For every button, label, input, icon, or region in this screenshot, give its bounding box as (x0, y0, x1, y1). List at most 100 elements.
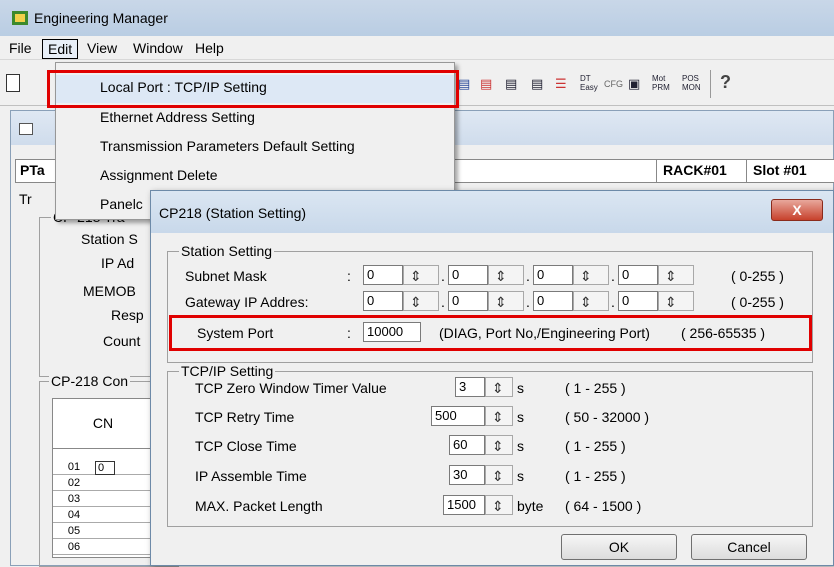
tcp-retry-input[interactable]: 500 (431, 406, 485, 426)
gateway-octet-3[interactable]: 0 (533, 291, 573, 311)
highlight-local-port (47, 70, 459, 108)
subnet-spin-1[interactable]: ⇕ (403, 265, 439, 285)
table-row[interactable]: 04 (53, 509, 153, 523)
tcp-close-input[interactable]: 60 (449, 435, 485, 455)
subnet-range: ( 0-255 ) (731, 268, 784, 284)
gateway-octet-4[interactable]: 0 (618, 291, 658, 311)
dot: . (611, 268, 615, 284)
subnet-octet-3[interactable]: 0 (533, 265, 573, 285)
gateway-spin-1[interactable]: ⇕ (403, 291, 439, 311)
table-row[interactable]: 06 (53, 541, 153, 555)
table-row[interactable]: 05 (53, 525, 153, 539)
toolbar-icon-1[interactable]: ▤ (458, 76, 470, 92)
toolbar-icon-5[interactable]: ☰ (555, 76, 567, 92)
subnet-mask-label: Subnet Mask (185, 268, 267, 284)
pos-mon-icon[interactable]: POS MON (682, 74, 704, 92)
gateway-spin-2[interactable]: ⇕ (488, 291, 524, 311)
child-window-icon (19, 123, 33, 135)
toolbar-icon-4[interactable]: ▤ (531, 76, 543, 92)
tcp-retry-unit: s (517, 409, 524, 425)
toolbar-separator (710, 70, 711, 98)
subnet-octet-1[interactable]: 0 (363, 265, 403, 285)
tcp-close-label: TCP Close Time (195, 438, 297, 454)
menu-item-ethernet-address[interactable]: Ethernet Address Setting (56, 105, 454, 133)
subnet-octet-2[interactable]: 0 (448, 265, 488, 285)
gateway-label: Gateway IP Addres: (185, 294, 309, 310)
app-titlebar: Engineering Manager (0, 0, 834, 36)
row-resp: Resp (111, 307, 144, 323)
tcp-retry-label: TCP Retry Time (195, 409, 295, 425)
max-packet-label: MAX. Packet Length (195, 498, 323, 514)
menubar: File Edit View Window Help (0, 36, 834, 60)
cn-table: CN 01 0 02 03 04 05 06 (52, 398, 153, 558)
menu-edit[interactable]: Edit (42, 39, 79, 59)
tcp-zero-window-spin[interactable]: ⇕ (485, 377, 513, 397)
tcp-retry-range: ( 50 - 32000 ) (565, 409, 650, 425)
menu-help[interactable]: Help (190, 39, 229, 57)
station-setting-legend: Station Setting (179, 243, 275, 259)
tcp-zero-window-input[interactable]: 3 (455, 377, 485, 397)
menu-item-assignment-delete[interactable]: Assignment Delete (56, 163, 454, 191)
menu-window[interactable]: Window (128, 39, 188, 57)
tr-label: Tr (19, 191, 32, 207)
dot: . (526, 294, 530, 310)
tcp-close-unit: s (517, 438, 524, 454)
close-icon[interactable]: X (771, 199, 823, 221)
row-station: Station S (81, 231, 138, 247)
mot-prm-icon[interactable]: Mot PRM (652, 74, 674, 92)
subnet-octet-4[interactable]: 0 (618, 265, 658, 285)
ip-assemble-label: IP Assemble Time (195, 468, 307, 484)
subnet-spin-3[interactable]: ⇕ (573, 265, 609, 285)
dialog-title: CP218 (Station Setting) (159, 205, 307, 221)
gateway-spin-3[interactable]: ⇕ (573, 291, 609, 311)
gateway-octet-1[interactable]: 0 (363, 291, 403, 311)
menu-item-transmission-params[interactable]: Transmission Parameters Default Setting (56, 134, 454, 162)
group-bottom-legend: CP-218 Con (49, 373, 131, 389)
menu-view[interactable]: View (82, 39, 122, 57)
dialog-titlebar: CP218 (Station Setting) X (151, 191, 833, 233)
max-packet-unit: byte (517, 498, 544, 514)
computer-icon[interactable]: ▣ (628, 76, 640, 92)
subnet-spin-2[interactable]: ⇕ (488, 265, 524, 285)
ok-button[interactable]: OK (561, 534, 677, 560)
tcp-retry-spin[interactable]: ⇕ (485, 406, 513, 426)
tcp-zero-window-unit: s (517, 380, 524, 396)
dot: . (441, 268, 445, 284)
dot: . (611, 294, 615, 310)
ip-assemble-input[interactable]: 30 (449, 465, 485, 485)
highlight-system-port (169, 315, 812, 351)
table-row[interactable]: 03 (53, 493, 153, 507)
cfg-icon[interactable]: CFG (604, 79, 623, 89)
station-setting-dialog: CP218 (Station Setting) X Station Settin… (150, 190, 834, 566)
ip-assemble-spin[interactable]: ⇕ (485, 465, 513, 485)
toolbar-icon-2[interactable]: ▤ (480, 76, 492, 92)
dot: . (526, 268, 530, 284)
app-title: Engineering Manager (34, 10, 168, 26)
row-count: Count (103, 333, 141, 349)
gateway-range: ( 0-255 ) (731, 294, 784, 310)
cancel-button[interactable]: Cancel (691, 534, 807, 560)
cn-header: CN (53, 399, 153, 449)
tcp-close-range: ( 1 - 255 ) (565, 438, 626, 454)
ip-assemble-range: ( 1 - 255 ) (565, 468, 626, 484)
header-label: PTa (20, 162, 45, 178)
toolbar-icon-3[interactable]: ▤ (505, 76, 517, 92)
table-row[interactable]: 02 (53, 477, 153, 491)
subnet-spin-4[interactable]: ⇕ (658, 265, 694, 285)
max-packet-range: ( 64 - 1500 ) (565, 498, 642, 514)
new-file-icon[interactable] (6, 74, 20, 92)
table-row[interactable]: 01 0 (53, 461, 153, 475)
max-packet-spin[interactable]: ⇕ (485, 495, 513, 515)
tcp-zero-window-range: ( 1 - 255 ) (565, 380, 626, 396)
app-icon (12, 11, 28, 25)
help-icon[interactable]: ? (720, 72, 731, 93)
slot-label: Slot #01 (746, 160, 834, 182)
row-memob: MEMOB (83, 283, 136, 299)
dt-easy-icon[interactable]: DT Easy (580, 74, 600, 92)
max-packet-input[interactable]: 1500 (443, 495, 485, 515)
menu-file[interactable]: File (4, 39, 37, 57)
tcp-zero-window-label: TCP Zero Window Timer Value (195, 380, 387, 396)
gateway-octet-2[interactable]: 0 (448, 291, 488, 311)
tcp-close-spin[interactable]: ⇕ (485, 435, 513, 455)
gateway-spin-4[interactable]: ⇕ (658, 291, 694, 311)
